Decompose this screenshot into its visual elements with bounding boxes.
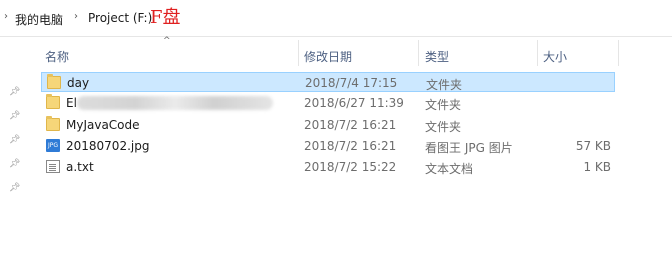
pin-icon[interactable]: 📌︎ (9, 111, 20, 121)
pin-icon[interactable]: 📌︎ (9, 135, 20, 145)
file-size: 57 KB (575, 139, 611, 153)
column-divider[interactable] (418, 40, 419, 66)
file-type: 文本文档 (425, 162, 474, 176)
column-header-size[interactable]: 大小 (543, 48, 567, 65)
file-type: 文件夹 (425, 120, 462, 134)
file-type: 文件夹 (425, 98, 462, 112)
file-size: 1 KB (583, 160, 611, 174)
file-name: MyJavaCode (66, 118, 140, 132)
address-bar[interactable]: › 我的电脑 › Project (F:) F盘 (0, 0, 672, 37)
column-header-type[interactable]: 类型 (425, 48, 449, 65)
pin-icon[interactable]: 📌︎ (9, 183, 20, 193)
column-divider[interactable] (618, 40, 619, 66)
column-divider[interactable] (298, 40, 299, 66)
file-row-myjavacode[interactable]: MyJavaCode 2018/7/2 16:21 文件夹 (41, 115, 615, 135)
folder-icon (47, 74, 61, 89)
handwritten-annotation: F盘 (150, 7, 181, 28)
column-header-date[interactable]: 修改日期 (304, 48, 352, 65)
file-type: 文件夹 (426, 78, 463, 92)
file-date: 2018/6/27 11:39 (304, 96, 404, 110)
column-divider[interactable] (537, 40, 538, 66)
file-name: 20180702.jpg (66, 139, 150, 153)
file-name: a.txt (66, 160, 94, 174)
file-date: 2018/7/4 17:15 (305, 76, 398, 90)
folder-icon (46, 116, 60, 131)
file-date: 2018/7/2 16:21 (304, 118, 397, 132)
breadcrumb-item-my-computer[interactable]: 我的电脑 (15, 11, 63, 28)
file-date: 2018/7/2 16:21 (304, 139, 397, 153)
file-type: 看图王 JPG 图片 (425, 141, 513, 155)
file-name: El (66, 96, 77, 110)
file-date: 2018/7/2 15:22 (304, 160, 397, 174)
column-header-name[interactable]: 名称 (45, 48, 69, 65)
pin-icon[interactable]: 📌︎ (9, 159, 20, 169)
file-row-day[interactable]: day 2018/7/4 17:15 文件夹 (41, 72, 615, 92)
jpg-image-icon: JPG (46, 139, 60, 152)
file-row-txt[interactable]: a.txt 2018/7/2 15:22 文本文档 1 KB (41, 157, 615, 177)
folder-icon (46, 94, 60, 109)
file-name: day (67, 76, 90, 90)
pin-icon[interactable]: 📌︎ (9, 87, 20, 97)
redacted-filename-blur (77, 96, 273, 110)
chevron-right-icon[interactable]: › (4, 11, 8, 22)
file-row-jpg[interactable]: JPG 20180702.jpg 2018/7/2 16:21 看图王 JPG … (41, 136, 615, 156)
breadcrumb-item-drive[interactable]: Project (F:) (88, 11, 152, 25)
text-document-icon (46, 160, 60, 173)
chevron-right-icon[interactable]: › (74, 11, 78, 22)
column-header-row: 名称 修改日期 类型 大小 (41, 44, 615, 66)
